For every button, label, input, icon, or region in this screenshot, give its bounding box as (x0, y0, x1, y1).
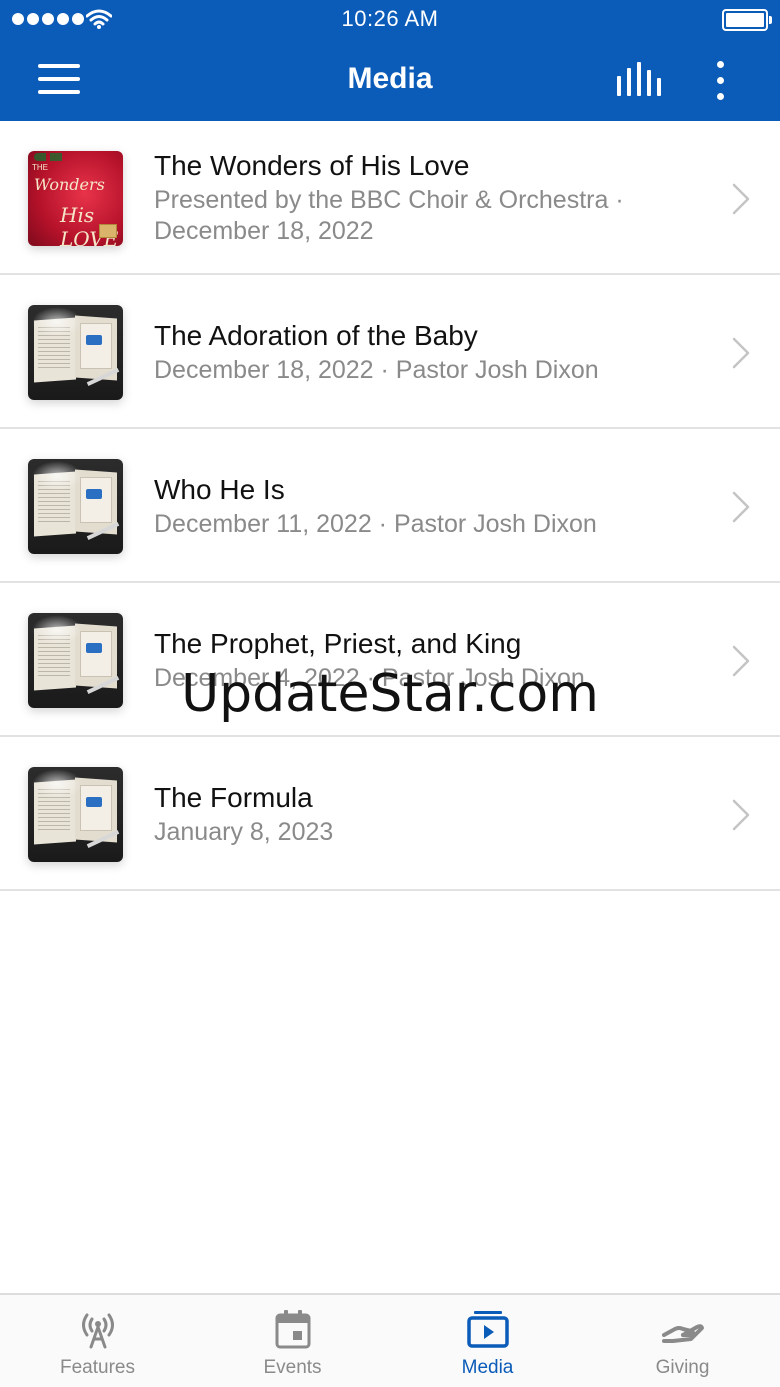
tab-bar: Features Events Media Giving (0, 1293, 780, 1387)
tab-label: Media (461, 1357, 514, 1378)
tab-events[interactable]: Events (195, 1295, 390, 1387)
media-title: The Formula (154, 782, 313, 813)
media-thumbnail (28, 305, 123, 400)
status-time: 10:26 AM (341, 6, 439, 31)
media-title: The Wonders of His Love (154, 150, 470, 181)
media-subtitle: December 4, 2022 · Pastor Josh Dixon (154, 664, 585, 692)
more-options-button[interactable] (700, 54, 740, 106)
media-subtitle: Presented by the BBC Choir & Orchestra ·… (154, 186, 624, 245)
tab-features[interactable]: Features (0, 1295, 195, 1387)
thumbnail-art-text: Wonders (34, 175, 105, 194)
media-thumbnail: THE Wonders His LOVE (28, 151, 123, 246)
media-thumbnail (28, 459, 123, 554)
media-list-item[interactable]: The Prophet, Priest, and King December 4… (0, 583, 780, 737)
play-media-icon (466, 1311, 509, 1348)
audio-player-button[interactable] (612, 58, 664, 102)
media-title: The Prophet, Priest, and King (154, 628, 522, 659)
audio-bars-icon (617, 62, 661, 96)
media-subtitle: December 11, 2022 · Pastor Josh Dixon (154, 510, 597, 538)
media-list-item[interactable]: THE Wonders His LOVE The Wonders of His … (0, 121, 780, 275)
chevron-right-icon (732, 337, 750, 369)
tab-label: Events (263, 1357, 322, 1378)
media-list-item[interactable]: The Adoration of the Baby December 18, 2… (0, 275, 780, 429)
calendar-icon (275, 1310, 310, 1349)
media-thumbnail (28, 613, 123, 708)
chevron-right-icon (732, 183, 750, 215)
media-subtitle: December 18, 2022 · Pastor Josh Dixon (154, 356, 599, 384)
tab-label: Features (60, 1357, 135, 1378)
broadcast-tower-icon (81, 1313, 114, 1349)
nav-bar: Media (0, 40, 780, 121)
status-bar: 10:26 AM (0, 0, 780, 40)
media-title: The Adoration of the Baby (154, 320, 478, 351)
chevron-right-icon (732, 491, 750, 523)
tab-label: Giving (655, 1357, 710, 1378)
chevron-right-icon (732, 799, 750, 831)
giving-hand-icon (661, 1324, 704, 1343)
hamburger-menu-button[interactable] (28, 56, 90, 102)
thumbnail-art-text: THE (32, 163, 48, 172)
media-thumbnail (28, 767, 123, 862)
app-header: 10:26 AM Media (0, 0, 780, 121)
tab-media[interactable]: Media (390, 1295, 585, 1387)
media-subtitle: January 8, 2023 (154, 818, 334, 846)
battery-icon (722, 9, 772, 31)
chevron-right-icon (732, 645, 750, 677)
media-list-item[interactable]: The Formula January 8, 2023 (0, 737, 780, 891)
media-title: Who He Is (154, 474, 285, 505)
tab-giving[interactable]: Giving (585, 1295, 780, 1387)
media-list: THE Wonders His LOVE The Wonders of His … (0, 121, 780, 891)
media-list-item[interactable]: Who He Is December 11, 2022 · Pastor Jos… (0, 429, 780, 583)
